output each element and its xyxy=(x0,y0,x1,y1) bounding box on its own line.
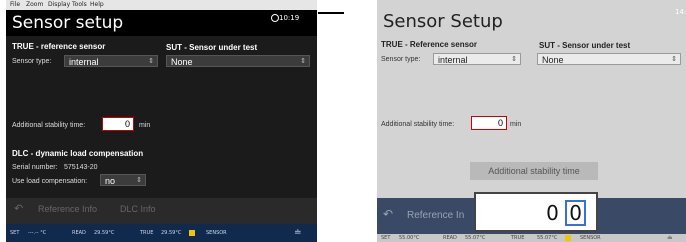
status-true-value: 29.59°C xyxy=(161,230,182,236)
status-bar: SET 55.00°C READ 55.07°C TRUE 55.07°C SE… xyxy=(377,234,686,242)
signal-icon: ≐ xyxy=(294,228,302,238)
updown-arrow-icon: ⇕ xyxy=(511,56,517,63)
divider-line xyxy=(318,12,344,14)
sensor-type-select[interactable]: internal ⇕ xyxy=(433,53,521,65)
status-indicator-icon xyxy=(189,230,195,236)
menu-bar: File Zoom Display Tools Help xyxy=(6,0,317,10)
true-sensor-heading: TRUE - Reference sensor xyxy=(381,40,478,49)
menu-file[interactable]: File xyxy=(10,0,20,10)
sut-value: None xyxy=(542,55,564,65)
sut-heading: SUT - Sensor under test xyxy=(539,41,631,50)
page-title: Sensor Setup xyxy=(383,11,503,32)
status-read-value: 55.07°C xyxy=(465,235,486,241)
true-sensor-heading: TRUE - reference sensor xyxy=(12,42,106,51)
left-screenshot: File Zoom Display Tools Help Sensor setu… xyxy=(6,0,317,242)
stability-time-input[interactable]: 0 xyxy=(102,117,134,131)
stability-time-input[interactable]: 0 xyxy=(471,116,507,130)
sensor-type-label: Sensor type: xyxy=(12,58,52,65)
dlc-heading: DLC - dynamic load compensation xyxy=(12,149,144,158)
popup-digit-cursor[interactable]: 0 xyxy=(565,200,586,226)
sensor-type-label: Sensor type: xyxy=(381,56,421,63)
menu-display[interactable]: Display xyxy=(48,0,70,10)
status-set-label: SET xyxy=(10,230,20,236)
numeric-entry-popup[interactable]: 0 0 xyxy=(474,192,598,232)
status-true-label: TRUE xyxy=(140,230,154,236)
load-compensation-select[interactable]: no ⇕ xyxy=(100,174,146,186)
numeric-display: 0 0 xyxy=(546,200,586,226)
back-icon[interactable]: ↶ xyxy=(383,207,393,221)
updown-arrow-icon: ⇕ xyxy=(671,56,677,63)
sut-select[interactable]: None ⇕ xyxy=(537,53,681,65)
updown-arrow-icon: ⇕ xyxy=(300,58,306,65)
popup-digit: 0 xyxy=(546,201,559,225)
status-set-value: ---.-- °C xyxy=(28,230,47,236)
page-title: Sensor setup xyxy=(12,13,124,33)
status-read-label: READ xyxy=(443,235,457,241)
serial-number-label: Serial number: xyxy=(12,164,58,171)
stability-time-label: Additional stability time: xyxy=(381,121,455,128)
right-screenshot: Sensor Setup 14:3 TRUE - Reference senso… xyxy=(377,0,686,242)
status-sensor-label: SENSOR xyxy=(580,235,601,241)
stability-unit: min xyxy=(139,122,151,129)
status-true-value: 55.07°C xyxy=(537,235,558,241)
status-indicator-icon xyxy=(565,235,571,241)
dlc-info-button[interactable]: DLC Info xyxy=(120,204,156,214)
menu-zoom[interactable]: Zoom xyxy=(26,0,43,10)
sut-heading: SUT - Sensor under test xyxy=(166,43,258,52)
reference-info-button[interactable]: Reference Info xyxy=(38,204,97,214)
menu-help[interactable]: Help xyxy=(90,0,104,10)
sensor-type-value: internal xyxy=(69,57,99,67)
sut-value: None xyxy=(171,57,193,67)
sensor-type-value: internal xyxy=(438,55,468,65)
stability-unit: min xyxy=(510,121,522,128)
popup-title: Additional stability time xyxy=(470,162,598,180)
updown-arrow-icon: ⇕ xyxy=(148,58,154,65)
clock-time: 14:3 xyxy=(675,8,686,16)
sensor-type-select[interactable]: internal ⇕ xyxy=(64,55,158,67)
clock-time: 10:19 xyxy=(279,14,300,22)
bottom-button-bar: ↶ Reference Info DLC Info xyxy=(6,198,317,224)
settings-panel: TRUE - reference sensor SUT - Sensor und… xyxy=(6,36,317,222)
updown-arrow-icon: ⇕ xyxy=(136,177,142,184)
serial-number-value: 575143-20 xyxy=(64,164,98,171)
load-compensation-value: no xyxy=(105,176,116,186)
reference-info-button[interactable]: Reference In xyxy=(407,210,464,221)
stability-time-label: Additional stability time: xyxy=(12,122,86,129)
load-compensation-label: Use load compensation: xyxy=(12,178,88,185)
clock-icon xyxy=(271,14,279,22)
status-set-label: SET xyxy=(381,235,391,241)
signal-icon: ≐ xyxy=(667,234,673,242)
status-true-label: TRUE xyxy=(511,235,525,241)
status-read-value: 29.59°C xyxy=(94,230,115,236)
sut-select[interactable]: None ⇕ xyxy=(166,55,310,67)
back-icon[interactable]: ↶ xyxy=(14,202,23,215)
status-set-value: 55.00°C xyxy=(399,235,420,241)
menu-tools[interactable]: Tools xyxy=(72,0,87,10)
status-bar: SET ---.-- °C READ 29.59°C TRUE 29.59°C … xyxy=(6,224,317,242)
status-sensor-label: SENSOR xyxy=(206,230,227,236)
status-read-label: READ xyxy=(72,230,86,236)
